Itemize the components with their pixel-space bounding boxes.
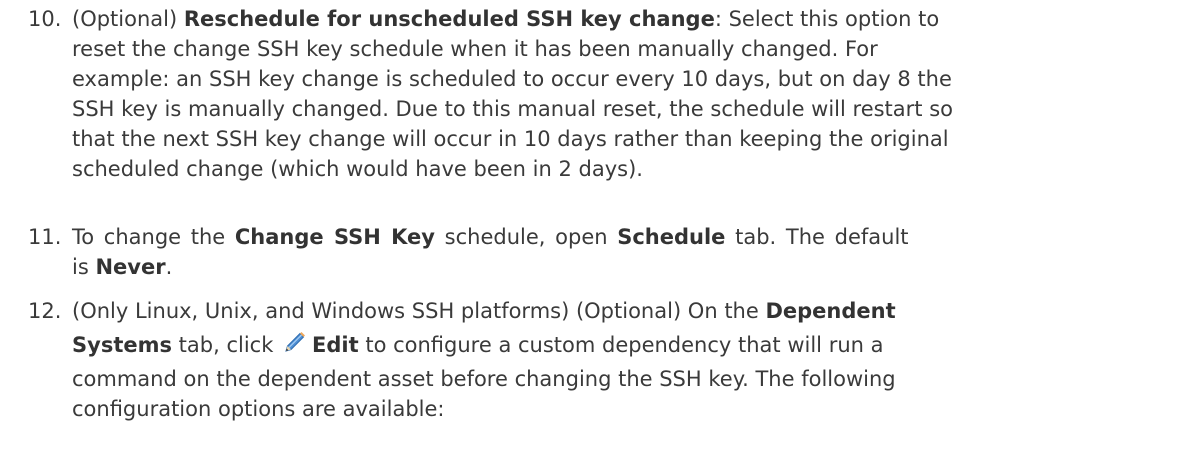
- step-text: schedule, open: [435, 225, 618, 249]
- step-text: tab. The default: [725, 225, 909, 249]
- step-text: : Select this option to: [714, 7, 940, 31]
- step-text: reset the change SSH key schedule when i…: [72, 37, 878, 61]
- step-body: (Only Linux, Unix, and Windows SSH platf…: [72, 296, 1168, 424]
- step-text: configuration options are available:: [72, 397, 445, 421]
- step-text: tab, click: [171, 333, 281, 357]
- step-text: (Only Linux, Unix, and Windows SSH platf…: [72, 299, 766, 323]
- step-text: to configure a custom dependency that wi…: [358, 333, 884, 357]
- ui-term-change-ssh-key: Change SSH Key: [234, 225, 435, 249]
- step-body: (Optional) Reschedule for unscheduled SS…: [72, 4, 1168, 184]
- step-line: (Optional) Reschedule for unscheduled SS…: [72, 4, 1168, 34]
- step-text: SSH key is manually changed. Due to this…: [72, 97, 953, 121]
- ui-term-schedule-tab: Schedule: [617, 225, 726, 249]
- step-text: command on the dependent asset before ch…: [72, 367, 896, 391]
- step-number: 12.: [28, 299, 62, 323]
- step-text: is: [72, 255, 96, 279]
- step-text: To change the: [72, 225, 235, 249]
- step-body: To change the Change SSH Key schedule, o…: [72, 222, 1168, 282]
- option-title: Reschedule for unscheduled SSH key chang…: [183, 7, 715, 31]
- step-11: 11. To change the Change SSH Key schedul…: [28, 222, 1168, 282]
- step-text: that the next SSH key change will occur …: [72, 127, 949, 151]
- pencil-edit-icon: [282, 329, 306, 353]
- step-number: 11.: [28, 225, 62, 249]
- step-line: (Only Linux, Unix, and Windows SSH platf…: [72, 296, 1168, 326]
- step-prefix: (Optional): [72, 7, 184, 31]
- step-line: is Never.: [72, 252, 1168, 282]
- ui-term-edit: Edit: [312, 333, 359, 357]
- step-text: .: [165, 255, 173, 279]
- document-page: 10. (Optional) Reschedule for unschedule…: [0, 0, 1181, 458]
- ui-term-systems: Systems: [72, 333, 172, 357]
- ui-term-dependent-systems: Dependent: [765, 299, 896, 323]
- ui-term-never: Never: [95, 255, 166, 279]
- step-line: Systems tab, click Edit to configure a c…: [72, 326, 1168, 364]
- step-line: To change the Change SSH Key schedule, o…: [72, 222, 1168, 252]
- step-text: scheduled change (which would have been …: [72, 157, 643, 181]
- step-text: example: an SSH key change is scheduled …: [72, 67, 952, 91]
- step-12: 12. (Only Linux, Unix, and Windows SSH p…: [28, 296, 1168, 424]
- step-10: 10. (Optional) Reschedule for unschedule…: [28, 4, 1168, 184]
- step-number: 10.: [28, 7, 62, 31]
